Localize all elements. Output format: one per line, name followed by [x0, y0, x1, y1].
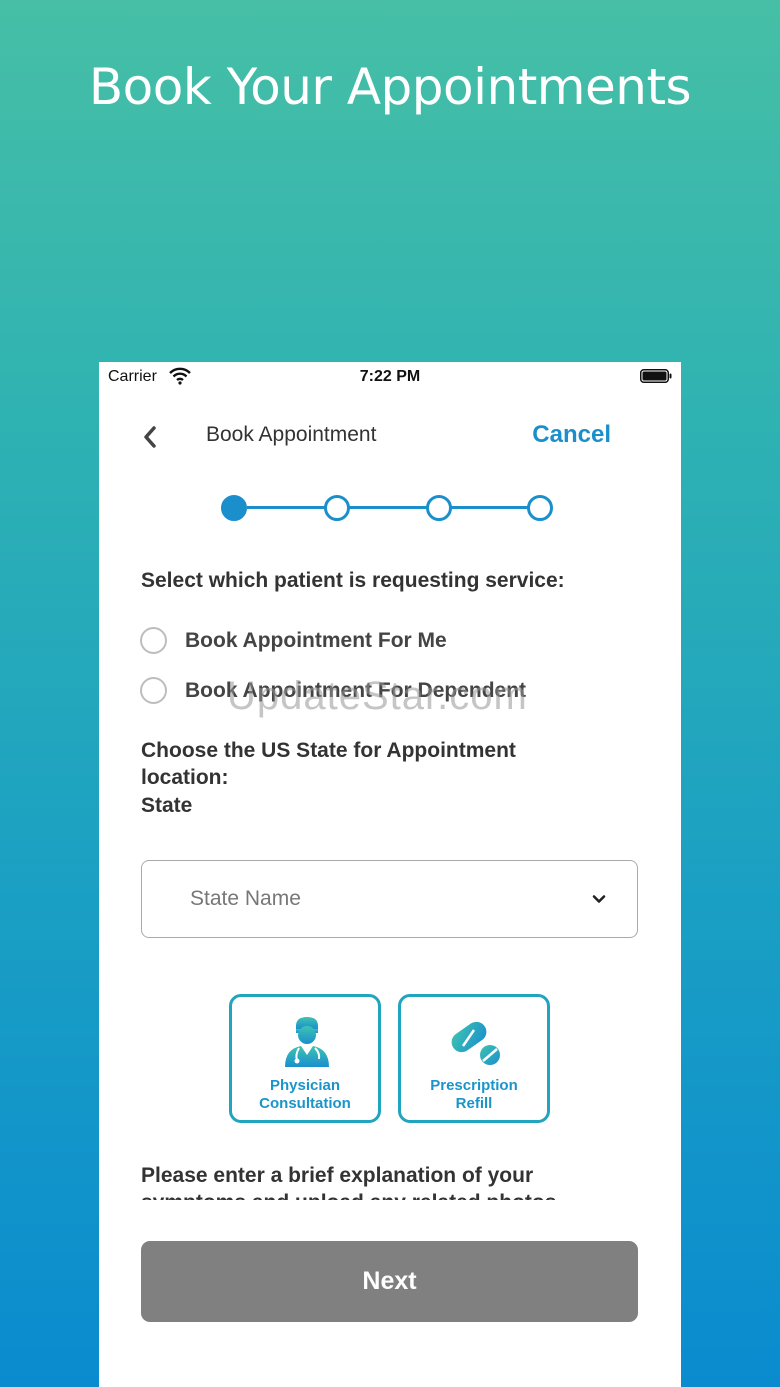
- next-button-label: Next: [362, 1267, 417, 1295]
- battery-icon: [640, 369, 672, 383]
- status-bar: Carrier 7:22 PM: [99, 362, 681, 392]
- stepper-line: [247, 506, 535, 509]
- cancel-button[interactable]: Cancel: [532, 421, 611, 449]
- next-button[interactable]: Next: [141, 1241, 638, 1322]
- page-title: Book Appointment: [206, 423, 377, 446]
- radio-label: Book Appointment For Dependent: [185, 679, 527, 702]
- card-label: Prescription Refill: [430, 1077, 518, 1112]
- step-2: [324, 495, 350, 521]
- step-3: [426, 495, 452, 521]
- progress-stepper: [221, 493, 561, 523]
- step-1: [221, 495, 247, 521]
- phone-screen: Carrier 7:22 PM Book Appointment Cancel …: [99, 362, 681, 1387]
- radio-option-me[interactable]: Book Appointment For Me: [139, 626, 619, 656]
- doctor-icon: [285, 1017, 329, 1067]
- promo-headline: Book Your Appointments: [88, 58, 692, 116]
- clock: 7:22 PM: [359, 368, 421, 385]
- card-label: Physician Consultation: [259, 1077, 351, 1112]
- back-chevron-icon[interactable]: [139, 422, 161, 452]
- prescription-refill-card[interactable]: Prescription Refill: [398, 994, 550, 1123]
- radio-option-dependent[interactable]: Book Appointment For Dependent: [139, 676, 619, 706]
- radio-label: Book Appointment For Me: [185, 629, 447, 652]
- state-question: Choose the US State for Appointment loca…: [141, 739, 516, 789]
- pill-icon: [451, 1021, 500, 1065]
- state-select-placeholder: State Name: [190, 887, 301, 910]
- physician-consultation-card[interactable]: Physician Consultation: [229, 994, 381, 1123]
- radio-button[interactable]: [140, 627, 167, 654]
- state-select[interactable]: State Name: [141, 860, 638, 938]
- patient-question: Select which patient is requesting servi…: [141, 569, 565, 592]
- symptoms-prompt: Please enter a brief explanation of your…: [141, 1164, 556, 1200]
- radio-button[interactable]: [140, 677, 167, 704]
- chevron-down-icon: [592, 895, 606, 903]
- state-label: State: [141, 794, 193, 817]
- nav-bar: Book Appointment Cancel: [99, 417, 681, 457]
- step-4: [527, 495, 553, 521]
